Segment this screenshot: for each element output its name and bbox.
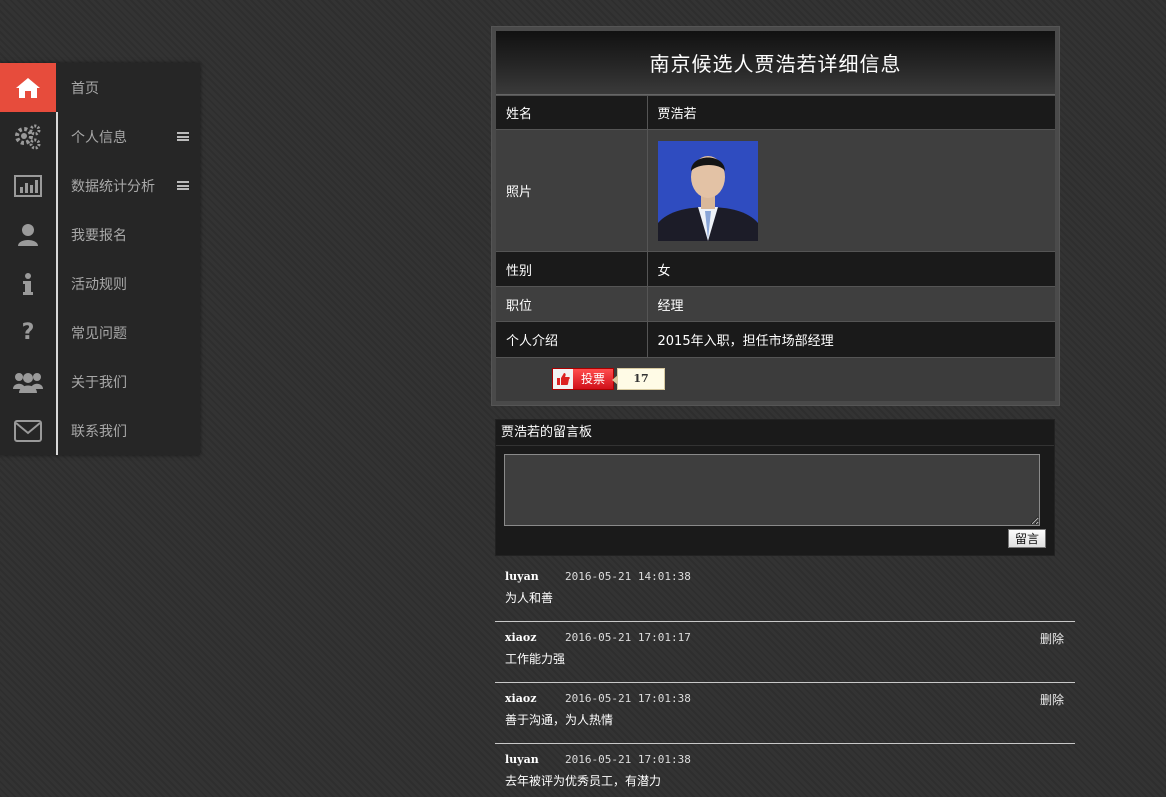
- sidebar-item-label: 活动规则: [71, 276, 127, 293]
- candidate-photo: [657, 140, 758, 241]
- info-row-photo: 照片: [496, 129, 1055, 252]
- message-board-title: 贾浩若的留言板: [496, 420, 1054, 446]
- vote-button[interactable]: 投票: [552, 367, 614, 390]
- comment-text: 为人和善: [505, 591, 554, 605]
- sidebar-item-label: 数据统计分析: [71, 178, 155, 195]
- comment-item: luyan 2016-05-21 14:01:38 为人和善: [495, 561, 1075, 622]
- comment-text: 善于沟通，为人热情: [505, 713, 614, 727]
- sidebar-item-home[interactable]: 首页: [0, 63, 200, 112]
- sidebar-item-faq[interactable]: ? 常见问题: [0, 308, 200, 357]
- sidebar-item-label: 首页: [71, 80, 99, 97]
- message-input[interactable]: [504, 454, 1040, 526]
- info-row-position: 职位 经理: [496, 286, 1055, 322]
- delete-comment-link[interactable]: 删除: [1040, 691, 1064, 708]
- info-value: 女: [647, 251, 1055, 287]
- candidate-info-table: 姓名 贾浩若 照片 性别 女 职位 经理 个人介绍 2015年入职，担任市场部经…: [496, 95, 1055, 357]
- info-key: 职位: [496, 286, 648, 322]
- sidebar-nav: 首页 个人信息 数据统计分析 我要报名 活动规则 ? 常见问题 关于我们 联系我…: [0, 63, 200, 455]
- user-icon: [0, 210, 56, 259]
- comment-author: xiaoz: [505, 692, 537, 705]
- comment-text: 去年被评为优秀员工，有潜力: [505, 774, 662, 788]
- info-key: 姓名: [496, 95, 648, 130]
- comment-author: luyan: [505, 753, 539, 766]
- info-row-name: 姓名 贾浩若: [496, 95, 1055, 130]
- users-icon: [0, 357, 56, 406]
- info-row-gender: 性别 女: [496, 251, 1055, 287]
- sidebar-item-contact[interactable]: 联系我们: [0, 406, 200, 455]
- question-icon: ?: [21, 320, 35, 345]
- comment-item: luyan 2016-05-21 17:01:38 去年被评为优秀员工，有潜力: [495, 744, 1075, 797]
- info-value: 2015年入职，担任市场部经理: [647, 321, 1055, 357]
- delete-comment-link[interactable]: 删除: [1040, 630, 1064, 647]
- envelope-icon: [0, 406, 56, 455]
- sidebar-item-statistics[interactable]: 数据统计分析: [0, 161, 200, 210]
- info-value: 贾浩若: [647, 95, 1055, 130]
- sidebar-item-label: 关于我们: [71, 374, 127, 391]
- sidebar-item-label: 联系我们: [71, 423, 127, 440]
- comment-list: luyan 2016-05-21 14:01:38 为人和善 xiaoz 201…: [495, 561, 1075, 797]
- thumbs-up-icon: [553, 368, 573, 389]
- sidebar-item-label: 个人信息: [71, 129, 127, 146]
- sidebar-item-personal-info[interactable]: 个人信息: [0, 112, 200, 161]
- comment-item: xiaoz 2016-05-21 17:01:38 删除 善于沟通，为人热情: [495, 683, 1075, 744]
- bar-chart-icon: [0, 161, 56, 210]
- post-message-button[interactable]: 留言: [1008, 529, 1046, 548]
- vote-button-label: 投票: [581, 372, 606, 386]
- sidebar-item-rules[interactable]: 活动规则: [0, 259, 200, 308]
- comment-time: 2016-05-21 17:01:38: [565, 753, 691, 766]
- comment-author: luyan: [505, 570, 539, 583]
- comment-time: 2016-05-21 14:01:38: [565, 570, 691, 583]
- comment-time: 2016-05-21 17:01:17: [565, 631, 691, 644]
- sidebar-item-register[interactable]: 我要报名: [0, 210, 200, 259]
- sidebar-item-about[interactable]: 关于我们: [0, 357, 200, 406]
- home-icon: [0, 63, 56, 112]
- info-icon: [0, 259, 56, 308]
- submenu-toggle-icon[interactable]: [177, 132, 189, 141]
- page-title: 南京候选人贾浩若详细信息: [496, 31, 1055, 95]
- message-board: 贾浩若的留言板 留言: [495, 419, 1055, 556]
- info-key: 性别: [496, 251, 648, 287]
- sidebar-item-label: 常见问题: [71, 325, 127, 342]
- info-value: 经理: [647, 286, 1055, 322]
- gears-icon: [0, 112, 56, 161]
- vote-count: 17: [612, 367, 665, 390]
- comment-item: xiaoz 2016-05-21 17:01:17 删除 工作能力强: [495, 622, 1075, 683]
- info-key: 个人介绍: [496, 321, 648, 357]
- comment-text: 工作能力强: [505, 652, 566, 666]
- candidate-detail-card: 南京候选人贾浩若详细信息 姓名 贾浩若 照片 性别 女 职位 经理 个人介绍 2…: [491, 26, 1060, 406]
- info-row-intro: 个人介绍 2015年入职，担任市场部经理: [496, 321, 1055, 357]
- comment-time: 2016-05-21 17:01:38: [565, 692, 691, 705]
- sidebar-item-label: 我要报名: [71, 227, 127, 244]
- vote-row: 投票 17: [496, 356, 1055, 401]
- info-key: 照片: [496, 129, 648, 252]
- submenu-toggle-icon[interactable]: [177, 181, 189, 190]
- comment-author: xiaoz: [505, 631, 537, 644]
